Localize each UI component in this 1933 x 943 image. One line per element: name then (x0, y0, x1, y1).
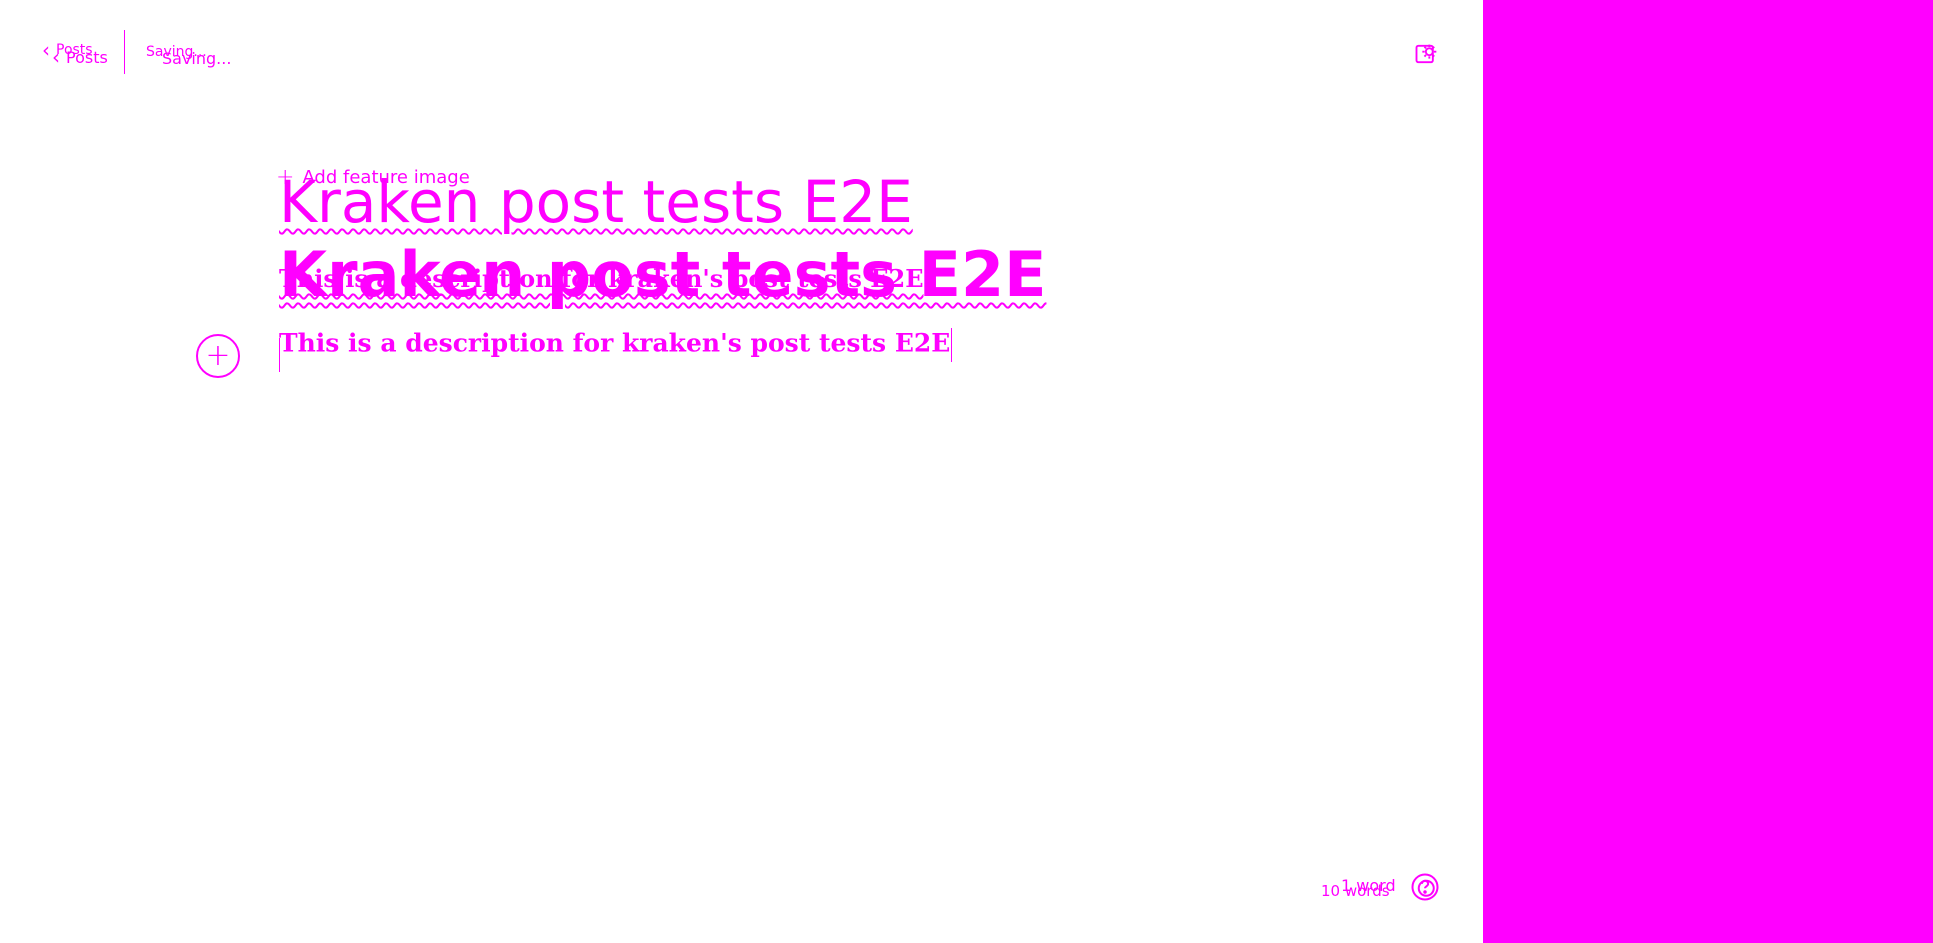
add-card-button[interactable]: + (196, 334, 240, 378)
save-status-secondary: Saving... (162, 49, 232, 68)
post-body-text: This is a description for kraken's post … (279, 328, 951, 358)
post-title-text: Kraken post tests E2E (279, 168, 913, 236)
chevron-left-icon: ‹ (42, 38, 50, 62)
editor-area: ‹ Posts ‹ Posts Saving... Saving... + Ad… (0, 0, 1483, 943)
settings-icon (1415, 44, 1437, 64)
settings-button[interactable] (1413, 40, 1441, 68)
text-cursor-end (951, 328, 953, 362)
post-title-bold[interactable]: Kraken post tests E2E (279, 238, 1046, 311)
help-icon (1411, 873, 1439, 901)
back-to-posts-link-secondary[interactable]: ‹ Posts (52, 47, 108, 67)
plus-circle-icon: + (205, 338, 231, 373)
header-divider (124, 30, 125, 74)
back-link-label: Posts (66, 47, 108, 67)
post-title-input[interactable]: Kraken post tests E2E (279, 168, 913, 236)
help-button[interactable] (1410, 872, 1440, 902)
settings-panel (1483, 0, 1933, 943)
post-title-bold-text: Kraken post tests E2E (279, 238, 1047, 311)
chevron-left-icon: ‹ (52, 45, 60, 69)
word-count-secondary: 10 words (1321, 882, 1390, 900)
post-body-editor[interactable]: This is a description for kraken's post … (279, 328, 953, 362)
